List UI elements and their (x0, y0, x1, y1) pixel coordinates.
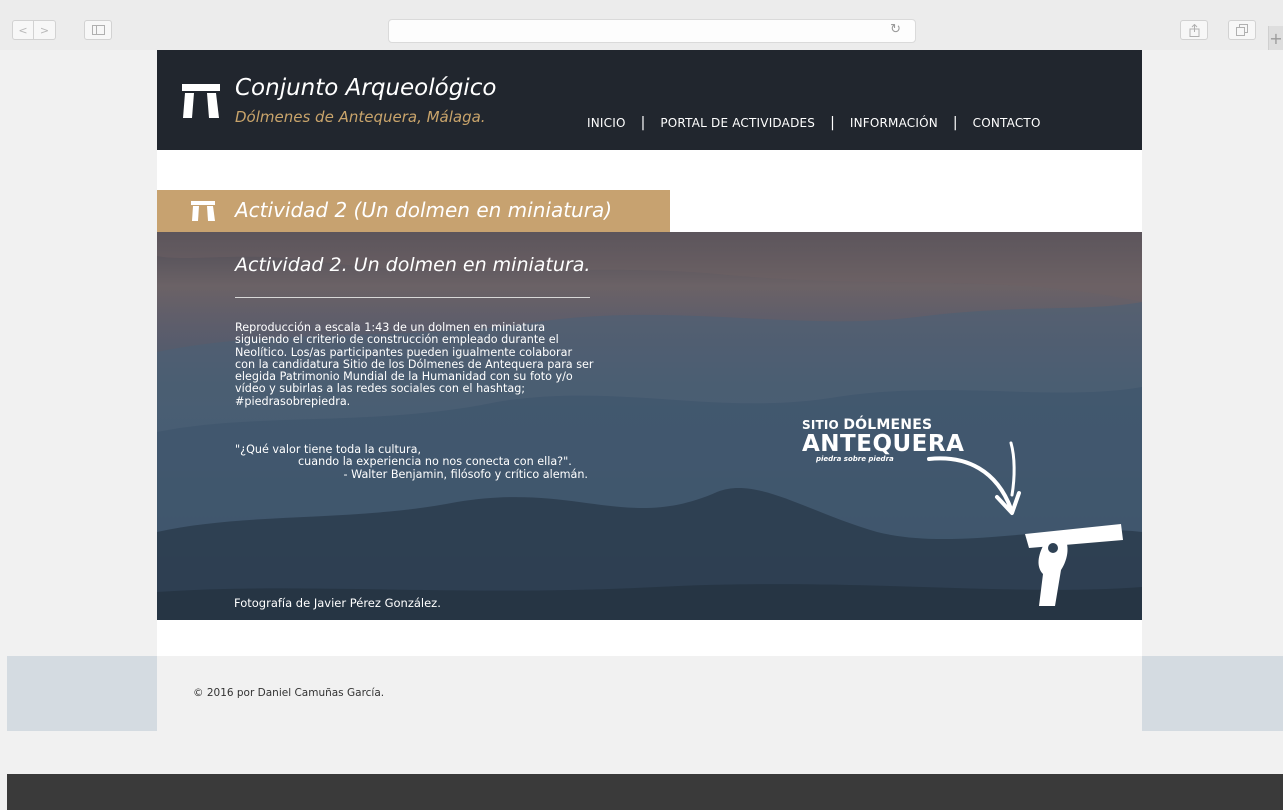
curved-arrow-icon (927, 441, 1021, 515)
footer: © 2016 por Daniel Camuñas García. (157, 656, 1142, 731)
site-subtitle: Dólmenes de Antequera, Málaga. (235, 108, 486, 126)
mountain-background (157, 232, 1142, 620)
main-nav: INICIO | PORTAL DE ACTIVIDADES | INFORMA… (587, 115, 1041, 131)
site-header: Conjunto Arqueológico Dólmenes de Antequ… (157, 50, 1142, 150)
webpage: Conjunto Arqueológico Dólmenes de Antequ… (0, 50, 1283, 810)
new-tab-button[interactable]: + (1268, 26, 1283, 52)
reload-icon[interactable]: ↻ (890, 22, 901, 37)
forward-button[interactable]: > (34, 20, 56, 40)
address-bar[interactable]: ↻ (388, 19, 916, 43)
back-button[interactable]: < (12, 20, 34, 40)
back-icon: < (18, 23, 28, 37)
banner-spacer (670, 190, 1142, 232)
activity-hero: Actividad 2. Un dolmen en miniatura. Rep… (157, 232, 1142, 620)
header-spacer (157, 150, 1142, 190)
dolmen-logo-icon[interactable] (182, 84, 220, 118)
activity-banner-title: Actividad 2 (Un dolmen en miniatura) (235, 198, 613, 222)
copyright-text: © 2016 por Daniel Camuñas García. (193, 687, 385, 699)
tabs-icon (1236, 24, 1248, 36)
activity-title: Actividad 2. Un dolmen en miniatura. (235, 254, 591, 276)
nav-item-inicio[interactable]: INICIO (587, 116, 626, 130)
dolmen-icon (191, 201, 215, 221)
history-buttons: < > (12, 20, 56, 40)
quote-line-2: cuando la experiencia no nos conecta con… (298, 455, 572, 469)
photo-credit: Fotografía de Javier Pérez González. (234, 596, 441, 610)
nav-item-portal-actividades[interactable]: PORTAL DE ACTIVIDADES (660, 116, 815, 130)
nav-separator: | (952, 115, 958, 131)
browser-toolbar: < > ↻ + (0, 0, 1283, 52)
tabs-overview-button[interactable] (1228, 20, 1256, 40)
site-title: Conjunto Arqueológico (235, 75, 497, 101)
title-divider (235, 297, 590, 298)
sidebar-icon (91, 25, 105, 35)
content-spacer (157, 620, 1142, 656)
activity-banner: Actividad 2 (Un dolmen en miniatura) (157, 190, 670, 232)
nav-item-informacion[interactable]: INFORMACIÓN (850, 116, 938, 130)
hand-dolmen-icon (1025, 524, 1123, 606)
quote: "¿Qué valor tiene toda la cultura, cuand… (235, 443, 595, 481)
bottom-bar (7, 774, 1283, 810)
nav-separator: | (640, 115, 646, 131)
share-icon (1189, 23, 1199, 37)
activity-description: Reproducción a escala 1:43 de un dolmen … (235, 321, 594, 408)
forward-icon: > (39, 23, 50, 37)
nav-separator: | (830, 115, 835, 131)
quote-attribution: - Walter Benjamin, filósofo y crítico al… (343, 467, 589, 481)
nav-item-contacto[interactable]: CONTACTO (973, 116, 1041, 130)
share-button[interactable] (1180, 20, 1208, 40)
sidebar-toggle-button[interactable] (84, 20, 112, 40)
brand-sitio: SITIO (802, 418, 839, 432)
